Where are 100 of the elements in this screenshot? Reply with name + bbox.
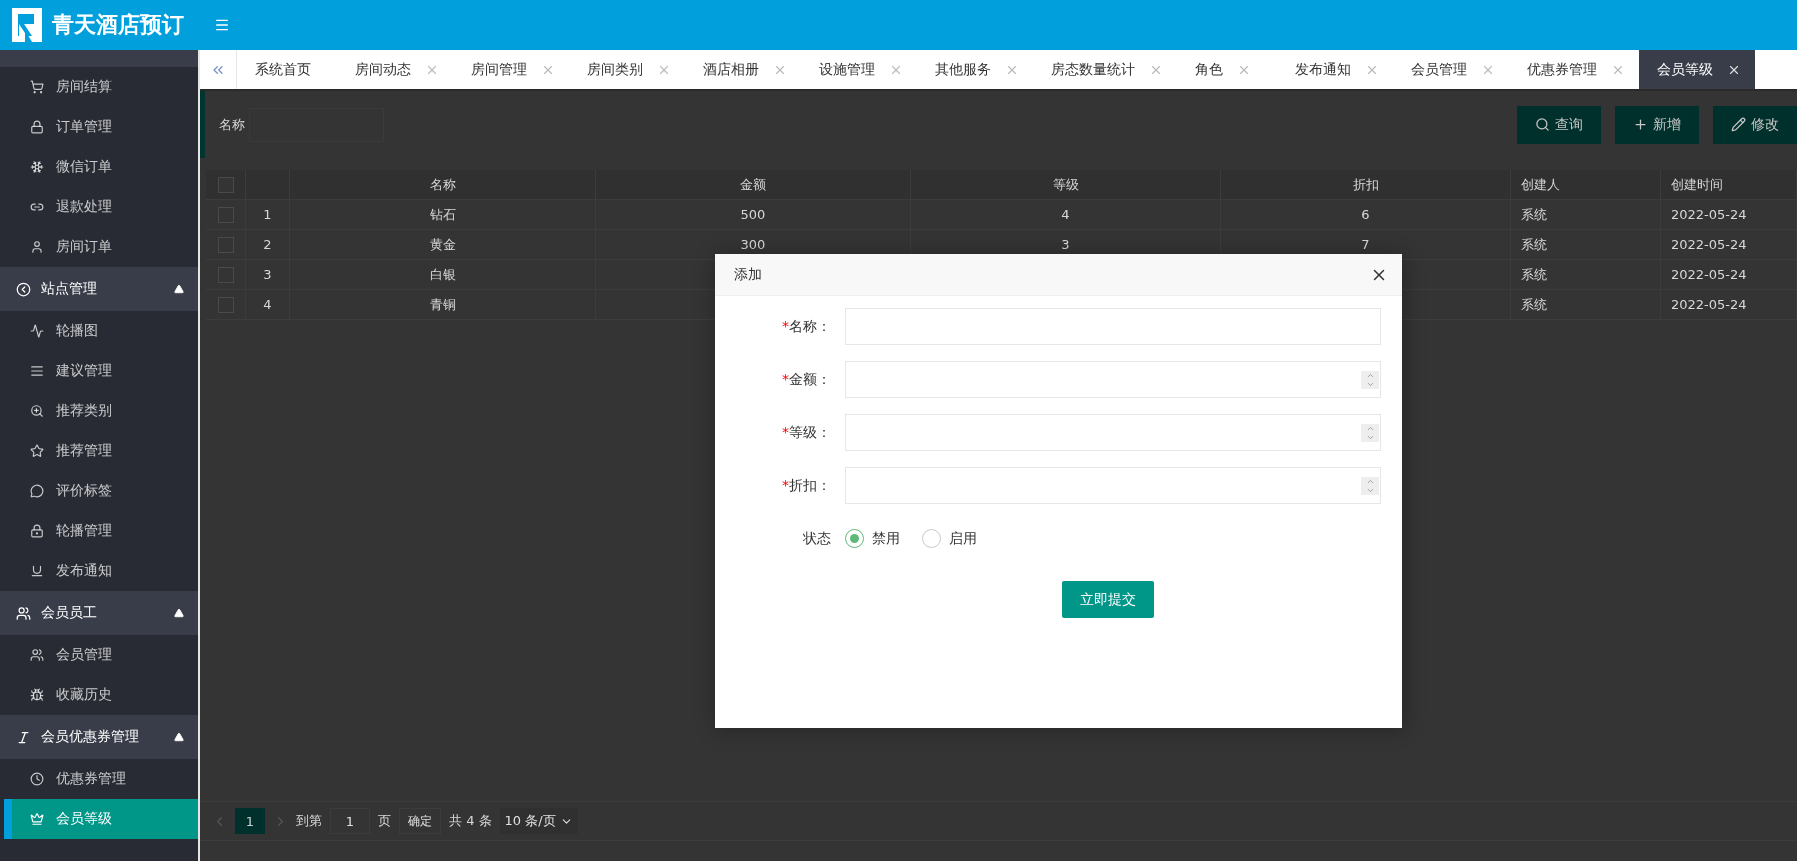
field-label: *名称： <box>781 317 832 336</box>
sidebar-item[interactable]: 订单管理 <box>0 107 198 147</box>
sidebar-item[interactable]: 轮播管理 <box>0 511 198 551</box>
table-cell: 白银 <box>290 260 596 290</box>
field-label: 状态 <box>802 529 832 548</box>
sidebar-item[interactable]: 会员等级 <box>4 799 198 839</box>
column-header: 等级 <box>911 170 1221 200</box>
link-icon <box>30 200 44 214</box>
search-icon <box>1535 117 1550 132</box>
pencil-icon <box>1731 117 1746 132</box>
table-cell: 500 <box>596 200 911 230</box>
underline-icon <box>30 564 44 578</box>
column-header: 金额 <box>596 170 911 200</box>
row-number: 4 <box>246 290 290 320</box>
table-cell: 2022-05-24 <box>1661 290 1797 320</box>
menu-icon[interactable] <box>214 17 230 33</box>
users-icon <box>16 605 31 621</box>
sidebar-item[interactable]: 微信订单 <box>0 147 198 187</box>
sidebar-group-header[interactable]: 站点管理 <box>0 267 198 311</box>
users-icon <box>30 648 44 662</box>
pulse-icon <box>30 324 44 338</box>
row-number: 1 <box>246 200 290 230</box>
column-header: 创建人 <box>1511 170 1661 200</box>
total-count: 共 4 条 <box>449 812 492 830</box>
caret-icon <box>174 608 184 618</box>
sidebar-item[interactable]: 房间结算 <box>0 67 198 107</box>
column-header: 创建时间 <box>1661 170 1797 200</box>
confirm-button[interactable]: 确定 <box>399 808 441 834</box>
table-cell: 2022-05-24 <box>1661 200 1797 230</box>
table-cell: 6 <box>1221 200 1511 230</box>
spinner-icon[interactable] <box>1361 423 1379 442</box>
toolbar-button[interactable]: 修改 <box>1713 105 1797 144</box>
group-label: 会员优惠券管理 <box>41 728 140 746</box>
table-cell: 系统 <box>1511 290 1661 320</box>
table-cell: 系统 <box>1511 230 1661 260</box>
checkbox[interactable] <box>217 176 234 193</box>
snowflake-icon <box>30 160 44 174</box>
star-icon <box>30 444 44 458</box>
table-cell: 系统 <box>1511 260 1661 290</box>
sidebar-item[interactable]: 评价标签 <box>0 471 198 511</box>
input-field[interactable] <box>845 361 1381 398</box>
caret-icon <box>174 732 184 742</box>
field-label: *等级： <box>781 423 832 442</box>
table-cell: 2022-05-24 <box>1661 260 1797 290</box>
lines-icon <box>30 364 44 378</box>
toolbar-button[interactable]: 查询 <box>1517 105 1601 144</box>
field-label: *折扣： <box>781 476 832 495</box>
bug-icon <box>30 688 44 702</box>
group-label: 站点管理 <box>41 280 98 298</box>
input-field[interactable] <box>845 308 1381 345</box>
goto-label: 到第 <box>296 812 322 830</box>
dialog-title: 添加 <box>734 265 763 284</box>
sidebar-item[interactable]: 轮播图 <box>0 311 198 351</box>
filter-label: 名称 <box>219 115 245 134</box>
sidebar-item[interactable]: 优惠券管理 <box>0 759 198 799</box>
magnifier-icon <box>30 404 44 418</box>
sidebar-item[interactable]: 退款处理 <box>0 187 198 227</box>
sidebar-item[interactable]: 会员管理 <box>0 635 198 675</box>
group-label: 会员员工 <box>41 604 98 622</box>
input-field[interactable] <box>845 414 1381 451</box>
tab[interactable]: 会员等级 <box>1639 50 1755 89</box>
row-number: 3 <box>246 260 290 290</box>
table-cell: 系统 <box>1511 200 1661 230</box>
sidebar-item[interactable]: 推荐管理 <box>0 431 198 471</box>
spinner-icon[interactable] <box>1361 476 1379 495</box>
table-cell: 青铜 <box>290 290 596 320</box>
italic-icon <box>16 729 31 745</box>
submit-button[interactable]: 立即提交 <box>1062 581 1154 618</box>
chat-icon <box>30 484 44 498</box>
spinner-icon[interactable] <box>1361 370 1379 389</box>
lock-icon <box>30 524 44 538</box>
column-header: 折扣 <box>1221 170 1511 200</box>
row-number: 2 <box>246 230 290 260</box>
input-field[interactable] <box>845 467 1381 504</box>
app-title: 青天酒店预订 <box>52 11 184 39</box>
page-size-select[interactable]: 10 条/页 <box>499 808 578 834</box>
table-cell: 4 <box>911 200 1221 230</box>
sidebar-item[interactable]: 收藏历史 <box>0 675 198 715</box>
sidebar-item[interactable]: 发布通知 <box>0 551 198 591</box>
clock-icon <box>30 772 44 786</box>
user-icon <box>30 240 44 254</box>
toolbar-button[interactable]: 新增 <box>1615 105 1699 144</box>
sidebar-item[interactable]: 建议管理 <box>0 351 198 391</box>
radio-label: 禁用 <box>872 529 900 548</box>
sidebar-group-header[interactable]: 会员员工 <box>0 591 198 635</box>
column-header: 名称 <box>290 170 596 200</box>
cart-icon <box>30 80 44 94</box>
radio-label: 启用 <box>949 529 977 548</box>
sidebar-item[interactable]: 房间订单 <box>0 227 198 267</box>
caret-icon <box>174 284 184 294</box>
logo-icon <box>12 8 42 42</box>
sidebar-item[interactable]: 推荐类别 <box>0 391 198 431</box>
table-cell: 2022-05-24 <box>1661 230 1797 260</box>
lock-icon <box>30 120 44 134</box>
sidebar-group-header[interactable]: 会员优惠券管理 <box>0 715 198 759</box>
page-number[interactable]: 1 <box>235 808 265 834</box>
page-unit: 页 <box>378 812 391 830</box>
plus-icon <box>1633 117 1648 132</box>
page-field[interactable]: 1 <box>330 808 370 834</box>
table-cell: 黄金 <box>290 230 596 260</box>
